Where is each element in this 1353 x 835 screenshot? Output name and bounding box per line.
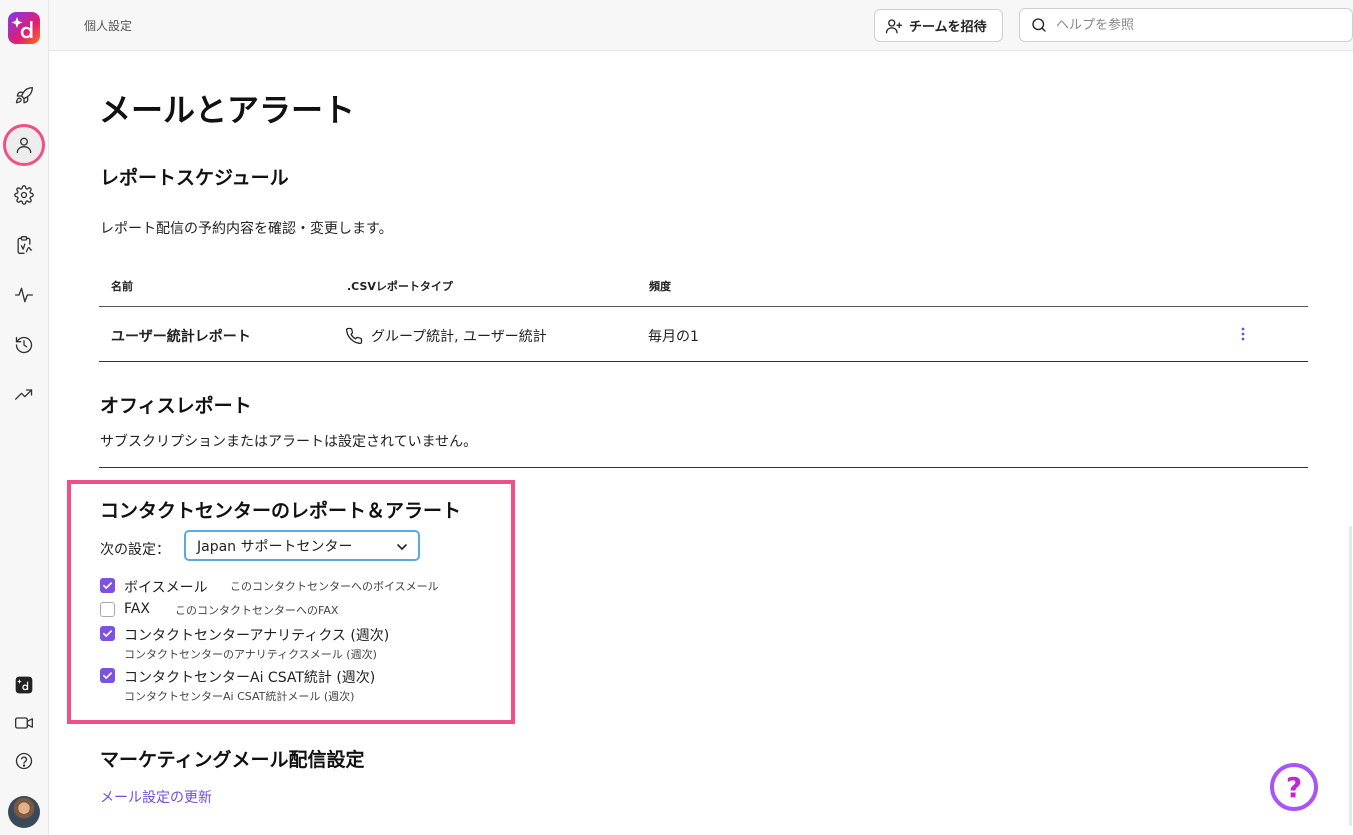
- page-title: メールとアラート: [99, 91, 356, 129]
- report-type-label: グループ統計, ユーザー統計: [371, 329, 547, 345]
- column-header-type: .CSVレポートタイプ: [347, 280, 453, 293]
- check-icon: [103, 582, 112, 589]
- top-bar: 個人設定 チームを招待: [49, 0, 1353, 51]
- voicemail-label[interactable]: ボイスメール: [124, 577, 208, 597]
- clipboard-icon[interactable]: [10, 231, 38, 259]
- chevron-down-icon: [397, 544, 407, 551]
- analytics-note: コンタクトセンターのアナリティクスメール (週次): [124, 648, 377, 661]
- phone-icon: [345, 327, 363, 345]
- office-report-heading: オフィスレポート: [100, 395, 252, 417]
- add-user-icon: [885, 18, 903, 33]
- report-frequency: 毎月の1: [648, 329, 699, 345]
- office-report-divider: [99, 467, 1308, 468]
- contact-center-heading: コンタクトセンターのレポート＆アラート: [100, 500, 462, 522]
- invite-team-label: チームを招待: [909, 19, 987, 34]
- rocket-icon[interactable]: [10, 82, 38, 110]
- activity-icon[interactable]: [10, 281, 38, 309]
- check-icon: [103, 672, 112, 679]
- search-icon: [1032, 18, 1046, 32]
- avatar[interactable]: [8, 796, 40, 828]
- check-icon: [103, 630, 112, 637]
- column-header-name: 名前: [111, 280, 133, 293]
- contact-center-select[interactable]: Japan サポートセンター: [184, 530, 420, 561]
- update-email-settings-link[interactable]: メール設定の更新: [100, 787, 212, 807]
- report-name: ユーザー統計レポート: [111, 329, 251, 345]
- search-input[interactable]: [1056, 17, 1336, 33]
- person-icon[interactable]: [3, 124, 45, 166]
- fax-note: このコンタクトセンターへのFAX: [175, 604, 339, 617]
- main-content: メールとアラート レポートスケジュール レポート配信の予約内容を確認・変更します…: [49, 51, 1353, 835]
- csat-label[interactable]: コンタクトセンターAi CSAT統計 (週次): [124, 667, 375, 687]
- table-row-divider: [99, 361, 1308, 362]
- analytics-label[interactable]: コンタクトセンターアナリティクス (週次): [124, 625, 389, 645]
- app-logo-icon[interactable]: [8, 12, 40, 44]
- help-fab-button[interactable]: ?: [1270, 763, 1318, 811]
- csat-note: コンタクトセンターAi CSAT統計メール (週次): [124, 690, 355, 703]
- office-report-empty-text: サブスクリプションまたはアラートは設定されていません。: [100, 434, 478, 450]
- help-circle-icon[interactable]: [10, 747, 38, 775]
- row-more-menu-icon[interactable]: [1235, 323, 1251, 345]
- brand-icon[interactable]: [10, 671, 38, 699]
- trending-icon[interactable]: [10, 381, 38, 409]
- table-header-divider: [99, 306, 1308, 307]
- report-schedule-description: レポート配信の予約内容を確認・変更します。: [100, 221, 393, 237]
- help-search[interactable]: [1019, 8, 1353, 42]
- left-rail: [0, 0, 49, 835]
- invite-team-button[interactable]: チームを招待: [874, 9, 1003, 42]
- gear-icon[interactable]: [10, 181, 38, 209]
- csat-checkbox[interactable]: [100, 668, 115, 683]
- video-icon[interactable]: [10, 709, 38, 737]
- fax-label[interactable]: FAX: [124, 601, 150, 617]
- report-type: グループ統計, ユーザー統計: [345, 326, 547, 346]
- voicemail-note: このコンタクトセンターへのボイスメール: [230, 580, 439, 593]
- analytics-checkbox[interactable]: [100, 626, 115, 641]
- column-header-frequency: 頻度: [649, 280, 671, 293]
- report-schedule-heading: レポートスケジュール: [100, 167, 289, 189]
- voicemail-checkbox[interactable]: [100, 578, 115, 593]
- contact-center-select-label: 次の設定：: [100, 542, 170, 558]
- history-icon[interactable]: [10, 331, 38, 359]
- breadcrumb[interactable]: 個人設定: [84, 17, 132, 34]
- contact-center-select-value: Japan サポートセンター: [197, 538, 353, 555]
- marketing-heading: マーケティングメール配信設定: [100, 749, 365, 771]
- fax-checkbox[interactable]: [100, 602, 115, 617]
- scrollbar[interactable]: [1349, 526, 1352, 826]
